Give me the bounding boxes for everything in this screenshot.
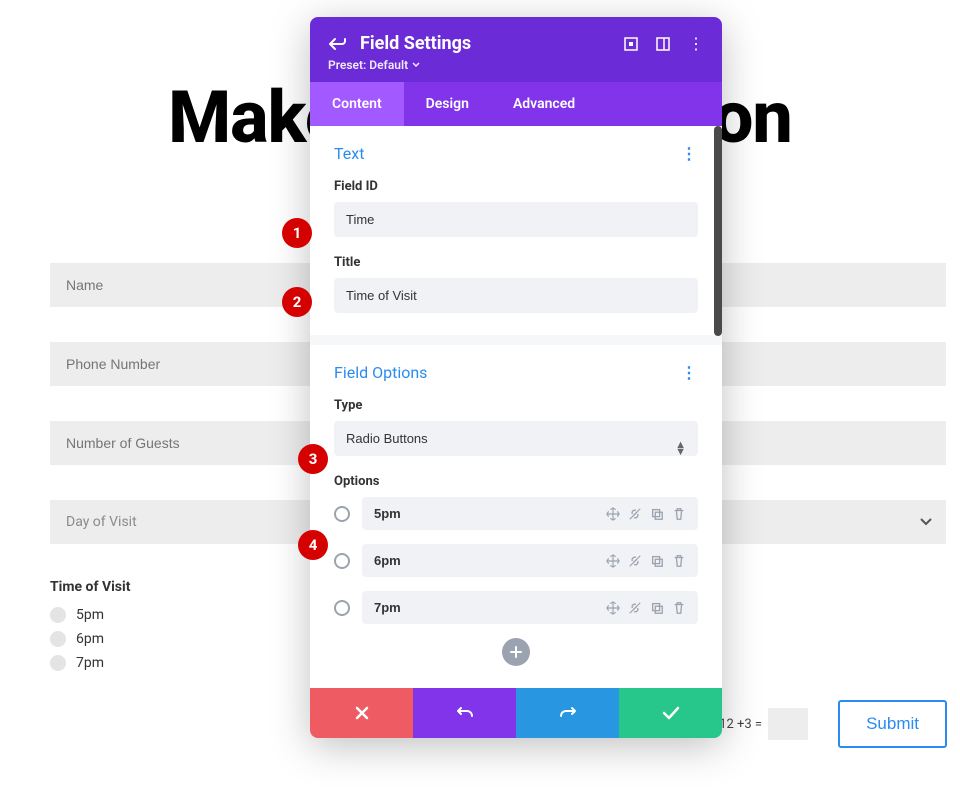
captcha: 12 +3 = <box>719 708 808 740</box>
preset-dropdown[interactable]: Preset: Default <box>328 58 704 72</box>
unlink-icon[interactable] <box>628 601 642 615</box>
redo-button[interactable] <box>516 688 619 738</box>
undo-icon <box>456 704 474 722</box>
callout-4: 4 <box>298 530 328 560</box>
undo-button[interactable] <box>413 688 516 738</box>
trash-icon[interactable] <box>672 507 686 521</box>
section-text: Text ⋮ Field ID Title <box>310 126 722 335</box>
field-id-label: Field ID <box>334 179 698 194</box>
option-input[interactable] <box>374 553 606 568</box>
panel-footer <box>310 688 722 738</box>
select-arrows-icon: ▲▼ <box>675 441 686 455</box>
radio-icon[interactable] <box>334 600 350 616</box>
option-input[interactable] <box>374 506 606 521</box>
preset-label: Preset: Default <box>328 58 408 72</box>
captcha-question: 12 +3 = <box>719 717 762 732</box>
radio-icon <box>50 631 66 647</box>
panel-title: Field Settings <box>360 33 610 54</box>
callout-2: 2 <box>282 287 312 317</box>
radio-icon[interactable] <box>334 506 350 522</box>
time-option-label: 5pm <box>76 607 104 623</box>
panel-header: Field Settings ⋮ Preset: Default <box>310 17 722 82</box>
title-input[interactable] <box>334 278 698 313</box>
field-settings-panel: Field Settings ⋮ Preset: Default Content… <box>310 17 722 738</box>
option-input[interactable] <box>374 600 606 615</box>
move-icon[interactable] <box>606 507 620 521</box>
callout-1: 1 <box>282 218 312 248</box>
add-option-button[interactable] <box>502 638 530 666</box>
time-option-label: 6pm <box>76 631 104 647</box>
close-icon <box>354 705 370 721</box>
section-field-options: Field Options ⋮ Type ▲▼ Options <box>310 345 722 688</box>
option-row <box>334 544 698 577</box>
title-label: Title <box>334 255 698 270</box>
day-select-placeholder: Day of Visit <box>66 514 137 530</box>
tab-advanced[interactable]: Advanced <box>491 82 597 126</box>
captcha-input[interactable] <box>768 708 808 740</box>
sidebar-toggle-icon[interactable] <box>656 37 670 51</box>
option-row <box>334 591 698 624</box>
move-icon[interactable] <box>606 601 620 615</box>
cancel-button[interactable] <box>310 688 413 738</box>
plus-icon <box>509 645 523 659</box>
trash-icon[interactable] <box>672 601 686 615</box>
option-row <box>334 497 698 530</box>
tab-content[interactable]: Content <box>310 82 404 126</box>
radio-icon <box>50 655 66 671</box>
divider <box>310 335 722 345</box>
copy-icon[interactable] <box>650 554 664 568</box>
section-text-title[interactable]: Text <box>334 144 364 163</box>
chevron-down-icon <box>412 62 420 68</box>
add-option-row <box>334 638 698 666</box>
back-icon[interactable] <box>328 36 346 52</box>
panel-tabs: Content Design Advanced <box>310 82 722 126</box>
tab-design[interactable]: Design <box>404 82 491 126</box>
radio-icon[interactable] <box>334 553 350 569</box>
copy-icon[interactable] <box>650 601 664 615</box>
type-label: Type <box>334 398 698 413</box>
options-label: Options <box>334 474 698 489</box>
unlink-icon[interactable] <box>628 507 642 521</box>
redo-icon <box>559 704 577 722</box>
fullscreen-icon[interactable] <box>624 37 638 51</box>
radio-icon <box>50 607 66 623</box>
type-select[interactable] <box>334 421 698 456</box>
trash-icon[interactable] <box>672 554 686 568</box>
callout-3: 3 <box>298 444 328 474</box>
kebab-icon[interactable]: ⋮ <box>681 144 698 163</box>
submit-button[interactable]: Submit <box>838 700 947 748</box>
kebab-icon[interactable]: ⋮ <box>681 363 698 382</box>
chevron-down-icon <box>920 518 932 526</box>
field-id-input[interactable] <box>334 202 698 237</box>
save-button[interactable] <box>619 688 722 738</box>
kebab-icon[interactable]: ⋮ <box>688 34 704 53</box>
panel-body: Text ⋮ Field ID Title Field Options ⋮ Ty… <box>310 126 722 688</box>
check-icon <box>662 706 680 720</box>
form-footer: 12 +3 = Submit <box>719 700 947 748</box>
time-option-label: 7pm <box>76 655 104 671</box>
section-field-options-title[interactable]: Field Options <box>334 363 427 382</box>
copy-icon[interactable] <box>650 507 664 521</box>
unlink-icon[interactable] <box>628 554 642 568</box>
move-icon[interactable] <box>606 554 620 568</box>
